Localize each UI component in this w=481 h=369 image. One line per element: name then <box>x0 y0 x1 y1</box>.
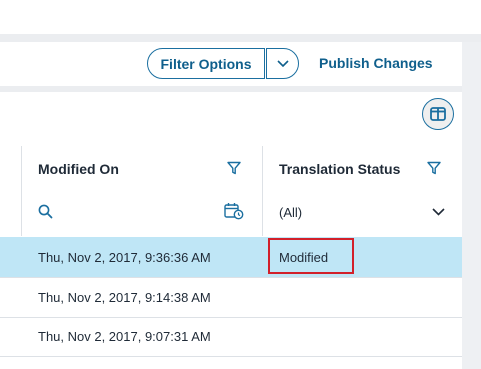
columns-icon <box>430 107 446 121</box>
funnel-icon[interactable] <box>427 161 441 175</box>
right-gutter <box>462 42 481 369</box>
column-separator[interactable] <box>262 146 263 236</box>
cell-translation-status[interactable]: Modified <box>268 238 354 274</box>
row-separator <box>0 356 462 357</box>
column-separator[interactable] <box>21 146 22 236</box>
cell-modified-on: Thu, Nov 2, 2017, 9:14:38 AM <box>38 290 211 305</box>
top-bar <box>0 0 481 34</box>
translation-status-value: Modified <box>279 250 329 265</box>
calendar-clock-icon[interactable] <box>224 202 244 220</box>
cell-modified-on: Thu, Nov 2, 2017, 9:36:36 AM <box>38 250 211 265</box>
column-header-translation-status[interactable]: Translation Status <box>279 161 400 177</box>
filter-options-button[interactable]: Filter Options <box>147 48 265 79</box>
divider-band <box>0 34 481 42</box>
table-row[interactable]: Thu, Nov 2, 2017, 9:36:36 AM <box>0 237 462 277</box>
table-row[interactable]: Thu, Nov 2, 2017, 9:14:38 AM <box>0 278 462 318</box>
chevron-down-icon <box>276 59 289 67</box>
filter-options-menu-button[interactable] <box>266 48 299 79</box>
publish-changes-button[interactable]: Publish Changes <box>319 55 433 71</box>
cell-modified-on: Thu, Nov 2, 2017, 9:07:31 AM <box>38 329 211 344</box>
funnel-icon[interactable] <box>227 161 241 175</box>
search-icon[interactable] <box>38 204 53 219</box>
translation-status-filter-value[interactable]: (All) <box>279 205 302 220</box>
column-header-modified-on[interactable]: Modified On <box>38 161 119 177</box>
table-row[interactable]: Thu, Nov 2, 2017, 9:07:31 AM <box>0 318 462 358</box>
column-picker-button[interactable] <box>422 98 454 130</box>
chevron-down-icon[interactable] <box>432 208 445 216</box>
